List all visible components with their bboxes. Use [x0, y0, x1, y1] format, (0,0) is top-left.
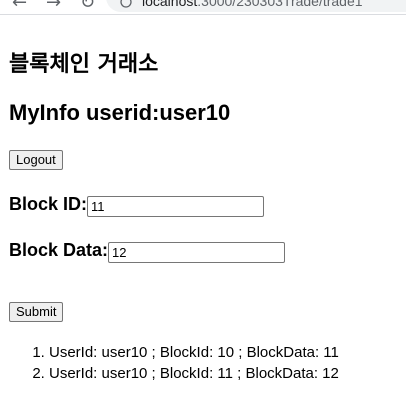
url-text: localhost:3000/230303Trade/trade1 — [142, 0, 363, 9]
arrow-right-icon[interactable]: → — [46, 0, 61, 12]
block-id-input[interactable] — [87, 196, 265, 217]
submit-button[interactable]: Submit — [9, 302, 64, 322]
reload-icon[interactable]: ↻ — [80, 0, 95, 12]
list-item: UserId: user10 ; BlockId: 11 ; BlockData… — [49, 363, 339, 384]
block-data-row: Block Data: — [9, 238, 286, 263]
block-data-input[interactable] — [108, 242, 286, 263]
info-icon[interactable] — [120, 0, 132, 8]
list-item: UserId: user10 ; BlockId: 10 ; BlockData… — [49, 342, 339, 363]
arrow-left-icon[interactable]: ← — [12, 0, 27, 12]
block-id-label: Block ID: — [9, 194, 88, 214]
browser-toolbar: ← → ↻ localhost:3000/230303Trade/trade1 — [0, 0, 406, 15]
results-list: UserId: user10 ; BlockId: 10 ; BlockData… — [9, 342, 339, 384]
address-bar[interactable]: localhost:3000/230303Trade/trade1 — [106, 0, 406, 12]
block-id-row: Block ID: — [9, 192, 265, 217]
logout-button[interactable]: Logout — [9, 150, 63, 170]
page-title: 블록체인 거래소 — [9, 52, 159, 77]
myinfo-heading: MyInfo userid:user10 — [9, 100, 231, 125]
block-data-label: Block Data: — [9, 240, 109, 260]
